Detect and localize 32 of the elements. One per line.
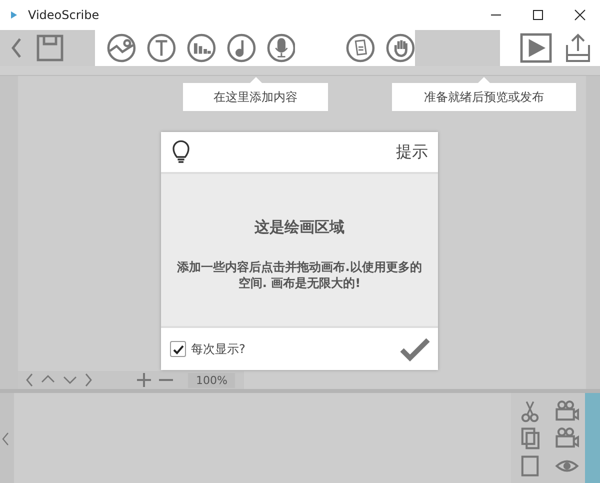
save-icon[interactable] <box>36 34 64 62</box>
camera-icon[interactable] <box>554 398 578 423</box>
collapse-icon[interactable] <box>0 430 10 446</box>
camera-icon[interactable] <box>554 426 578 450</box>
dialog-heading: 这是绘画区域 <box>254 218 344 237</box>
zoom-in-icon[interactable] <box>136 372 152 388</box>
dialog-title: 提示 <box>396 142 428 162</box>
copy-icon[interactable] <box>518 426 540 450</box>
microphone-icon[interactable] <box>266 33 296 63</box>
tooltip: 准备就绪后预览或发布 <box>392 77 576 111</box>
scissors-icon[interactable] <box>518 398 540 423</box>
square-icon[interactable] <box>518 454 540 478</box>
back-icon[interactable] <box>10 36 24 60</box>
export-icon[interactable] <box>564 33 592 63</box>
window-title: VideoScribe <box>28 8 100 22</box>
close-icon[interactable] <box>574 9 586 21</box>
play-icon[interactable] <box>520 33 552 63</box>
document-icon[interactable] <box>346 33 376 63</box>
hand-icon[interactable] <box>386 33 415 63</box>
dialog-message: 添加一些内容后点击并拖动画布.以使用更多的空间. 画布是无限大的! <box>176 259 423 291</box>
text-icon[interactable] <box>146 33 176 63</box>
lightbulb-icon <box>171 138 191 166</box>
checkbox-label: 每次显示? <box>191 340 246 358</box>
checkbox[interactable] <box>170 341 186 357</box>
maximize-icon[interactable] <box>532 9 544 21</box>
image-icon[interactable] <box>107 33 136 63</box>
zoom-level: 100% <box>188 372 236 388</box>
music-icon[interactable] <box>226 33 256 63</box>
checkmark-icon <box>172 343 184 355</box>
confirm-icon[interactable] <box>400 336 430 362</box>
chart-icon[interactable] <box>186 33 216 63</box>
tooltip: 在这里添加内容 <box>183 77 328 111</box>
